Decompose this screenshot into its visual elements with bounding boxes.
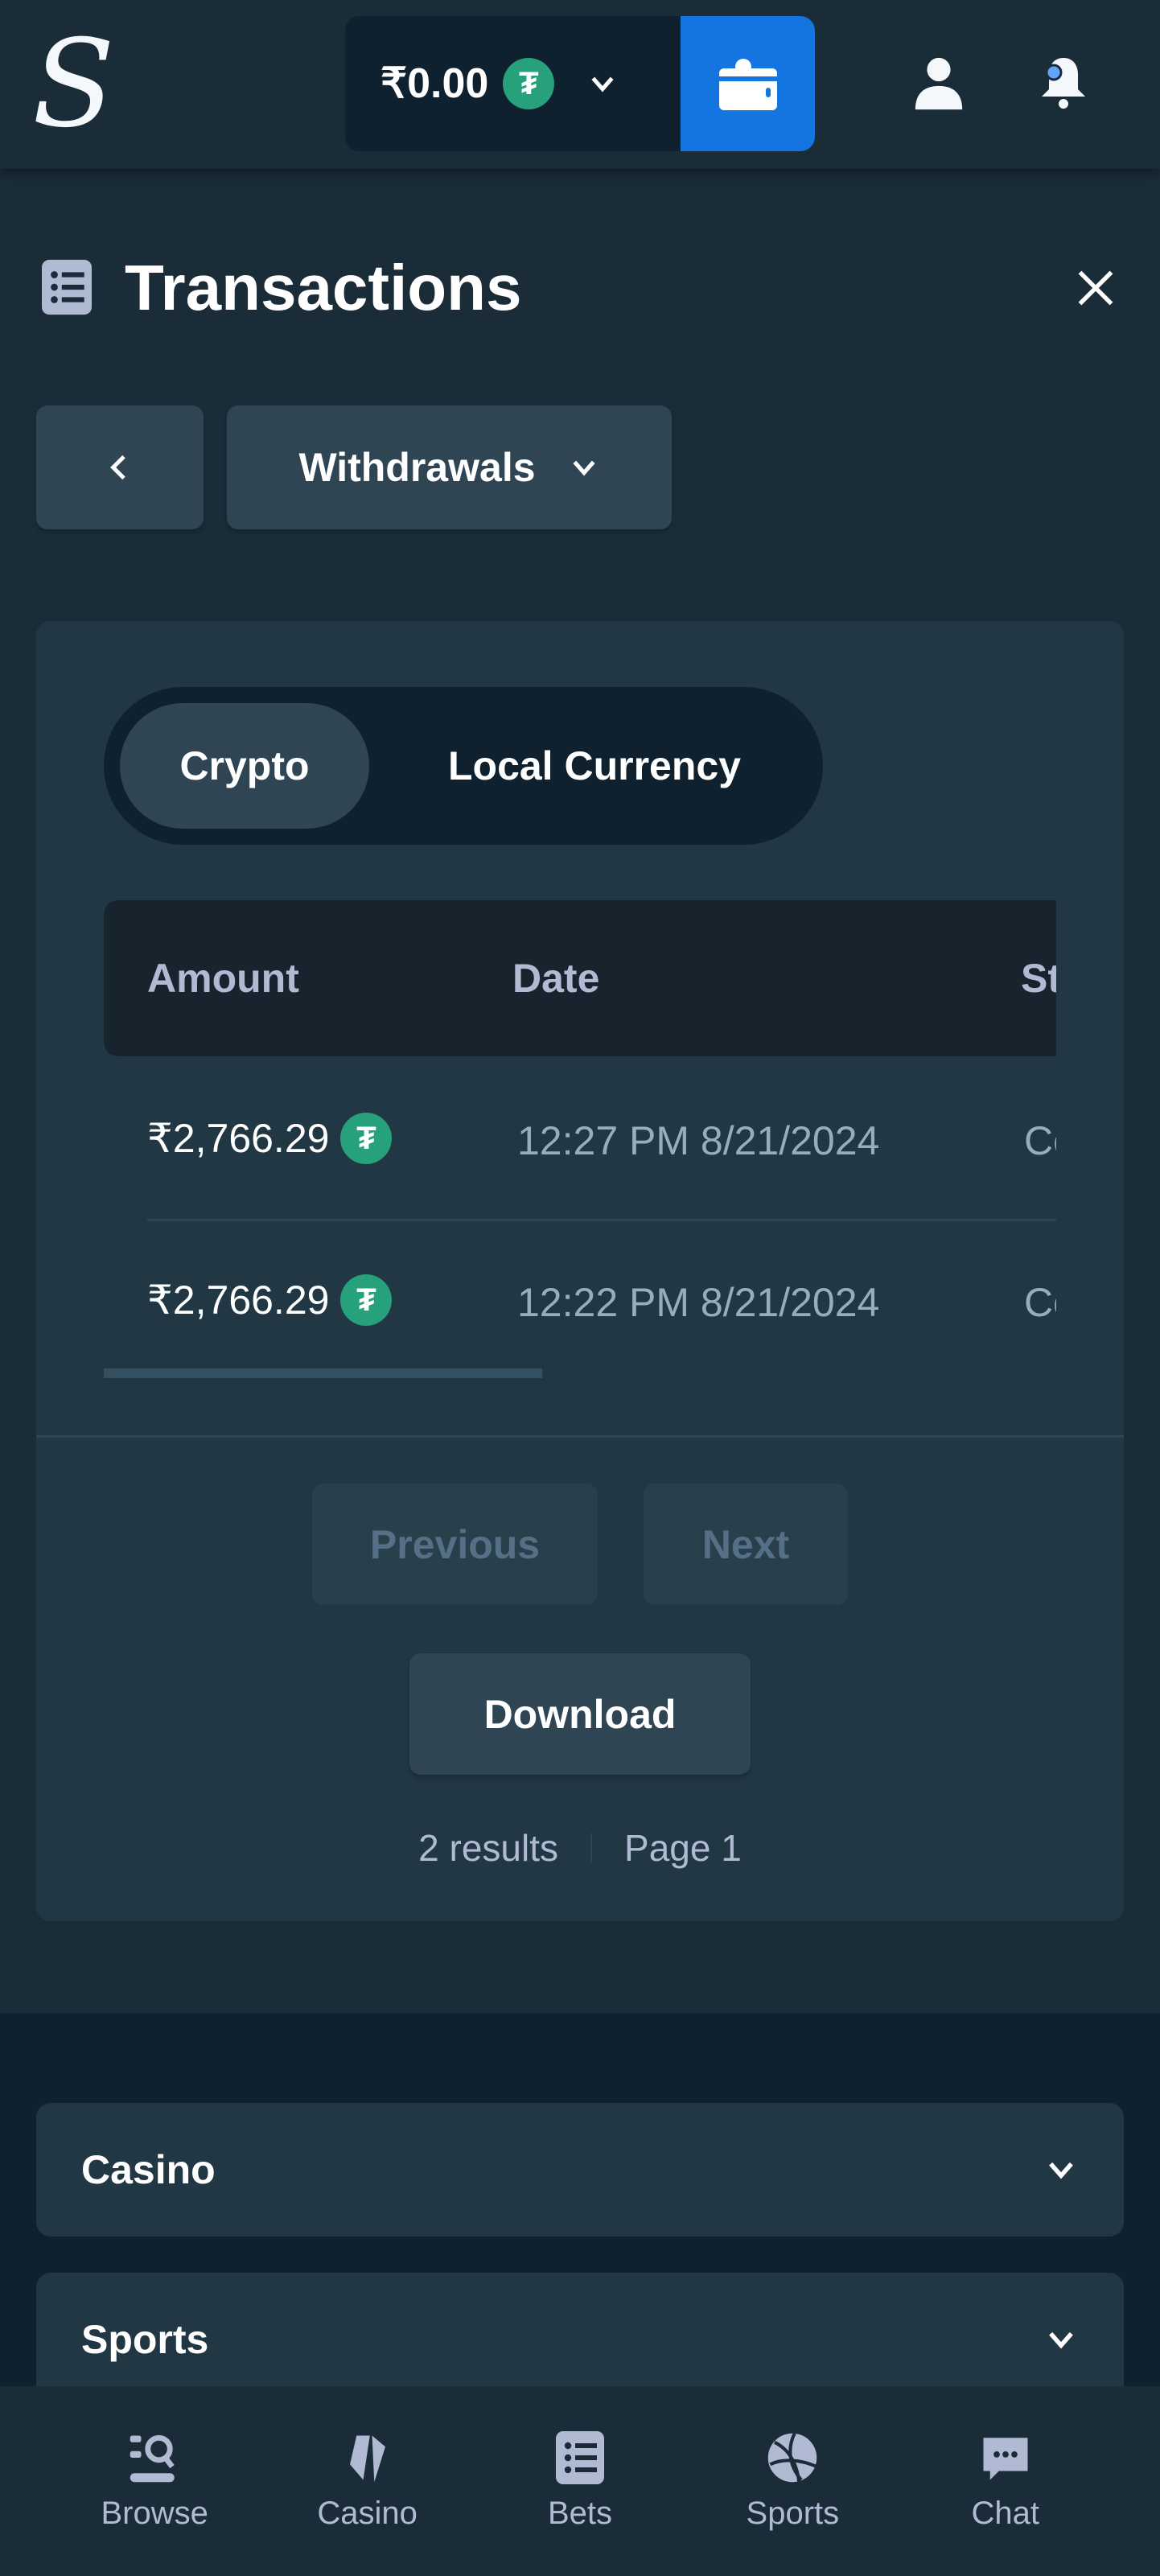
bell-icon[interactable] — [1035, 51, 1092, 113]
tab-crypto[interactable]: Crypto — [120, 703, 369, 829]
chevron-left-icon — [110, 455, 125, 480]
section-label: Casino — [81, 2147, 216, 2192]
nav-label: Chat — [971, 2495, 1040, 2531]
bets-list-icon — [555, 2430, 604, 2484]
column-amount: Amount — [147, 956, 299, 1001]
page-number: Page 1 — [624, 1827, 742, 1869]
table-body: ₹2,766.29₮ 12:27 PM 8/21/2024 Co ₹2,766.… — [104, 1056, 1056, 1394]
cards-icon — [349, 2435, 385, 2482]
table-row[interactable]: ₹2,766.29₮ 12:27 PM 8/21/2024 Co — [104, 1056, 1056, 1219]
date: 12:22 PM 8/21/2024 — [517, 1280, 880, 1325]
balance-value: ₹0.00 — [380, 60, 489, 107]
back-button[interactable] — [36, 405, 204, 529]
wallet-icon — [718, 59, 777, 110]
nav-chat[interactable]: Chat — [925, 2386, 1086, 2576]
column-date: Date — [512, 956, 600, 1001]
logo[interactable]: S — [32, 24, 115, 145]
basketball-icon — [768, 2432, 818, 2483]
usdt-icon: ₮ — [340, 1274, 393, 1326]
transaction-type-label: Withdrawals — [298, 445, 536, 490]
transaction-type-dropdown[interactable]: Withdrawals — [227, 405, 672, 529]
amount: ₹2,766.29 — [147, 1278, 330, 1323]
table-row[interactable]: ₹2,766.29₮ 12:22 PM 8/21/2024 Co — [104, 1221, 1056, 1382]
chat-icon — [983, 2437, 1028, 2479]
nav-label: Casino — [317, 2495, 418, 2531]
transactions-list-icon — [42, 259, 92, 315]
card-divider — [36, 1435, 1124, 1438]
table-header: Amount Date St — [104, 900, 1056, 1056]
transactions-card: Crypto Local Currency Amount Date St ₹2,… — [36, 621, 1124, 1921]
top-header: S ₹0.00 ₮ — [0, 0, 1160, 169]
close-icon[interactable] — [1075, 267, 1117, 309]
nav-casino[interactable]: Casino — [287, 2386, 448, 2576]
footer-section-casino[interactable]: Casino — [36, 2103, 1124, 2237]
tab-local-currency[interactable]: Local Currency — [393, 703, 796, 829]
browse-icon — [130, 2434, 175, 2482]
section-label: Sports — [81, 2317, 209, 2362]
chevron-down-icon — [591, 76, 614, 93]
horizontal-scrollbar[interactable] — [104, 1368, 542, 1378]
chevron-down-icon — [1049, 2331, 1073, 2349]
nav-label: Browse — [101, 2495, 208, 2531]
page-title: Transactions — [125, 252, 522, 323]
results-count: 2 results — [418, 1827, 559, 1869]
nav-label: Bets — [547, 2495, 612, 2531]
previous-button[interactable]: Previous — [312, 1483, 598, 1605]
status: Co — [1024, 1118, 1056, 1163]
status: Co — [1024, 1280, 1056, 1325]
date: 12:27 PM 8/21/2024 — [517, 1118, 880, 1163]
nav-bets[interactable]: Bets — [500, 2386, 660, 2576]
nav-sports[interactable]: Sports — [712, 2386, 873, 2576]
bottom-nav: Browse Casino Bets Sports Chat — [0, 2386, 1160, 2576]
download-button[interactable]: Download — [409, 1653, 751, 1775]
currency-tab-group: Crypto Local Currency — [104, 687, 823, 845]
usdt-icon: ₮ — [503, 58, 555, 109]
amount: ₹2,766.29 — [147, 1116, 330, 1161]
separator — [590, 1833, 593, 1862]
chevron-down-icon — [1049, 2162, 1073, 2179]
usdt-icon: ₮ — [340, 1113, 393, 1164]
column-status: St — [1021, 956, 1056, 1001]
user-icon[interactable] — [911, 55, 967, 113]
results-summary: 2 results Page 1 — [36, 1826, 1124, 1870]
nav-label: Sports — [746, 2495, 840, 2531]
chevron-down-icon — [572, 460, 595, 476]
next-button[interactable]: Next — [644, 1483, 848, 1605]
wallet-button[interactable] — [681, 16, 815, 151]
nav-browse[interactable]: Browse — [74, 2386, 235, 2576]
balance-selector[interactable]: ₹0.00 ₮ — [345, 16, 681, 151]
